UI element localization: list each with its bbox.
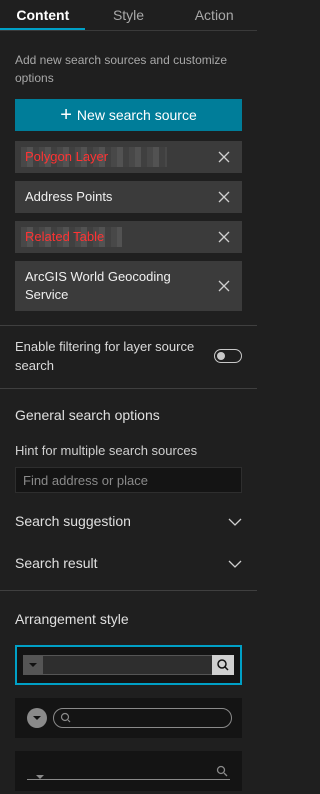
divider [0,590,257,591]
close-icon[interactable] [218,191,230,203]
dropdown-icon [27,708,47,728]
arrangement-preview-bar [23,655,234,675]
new-search-source-label: New search source [76,107,197,123]
search-suggestion-row[interactable]: Search suggestion [0,500,257,542]
general-search-options-title: General search options [15,407,160,423]
search-source-list: Polygon Layer Address Points Related Tab… [15,141,242,311]
arrangement-option-1[interactable] [15,645,242,685]
search-source-label: Related Table [25,229,105,244]
tab-content[interactable]: Content [0,0,86,30]
chevron-down-icon [228,555,242,571]
search-source-item[interactable]: Related Table [15,221,242,253]
close-icon[interactable] [218,231,230,243]
search-source-item[interactable]: Address Points [15,181,242,213]
search-icon [212,655,234,675]
search-icon [60,712,71,723]
toggle-knob [217,352,225,360]
search-source-item[interactable]: ArcGIS World Geocoding Service [15,261,242,311]
search-source-label: Polygon Layer [25,149,109,164]
search-result-row[interactable]: Search result [0,542,257,584]
divider [0,325,257,326]
arrangement-preview-bar [53,708,232,728]
section-description: Add new search sources and customize opt… [15,53,228,85]
search-source-label: ArcGIS World Geocoding Service [25,269,171,302]
active-tab-indicator [0,28,85,30]
chevron-down-icon [228,513,242,529]
close-icon[interactable] [218,151,230,163]
filter-toggle-row: Enable filtering for layer source search [0,333,257,379]
tab-style[interactable]: Style [86,0,172,30]
arrangement-option-2[interactable] [15,698,242,738]
arrangement-option-3[interactable] [15,751,242,791]
close-icon[interactable] [218,280,230,292]
hint-label: Hint for multiple search sources [15,443,198,458]
search-source-item[interactable]: Polygon Layer [15,141,242,173]
search-icon [216,764,228,782]
arrangement-style-title: Arrangement style [15,611,129,627]
divider [0,388,257,389]
search-suggestion-label: Search suggestion [15,513,131,529]
filter-toggle-label: Enable filtering for layer source search [15,339,195,373]
plus-icon: + [60,104,72,126]
dropdown-icon [23,655,43,675]
search-source-label: Address Points [25,189,113,204]
search-result-label: Search result [15,555,98,571]
filter-toggle-switch[interactable] [214,349,242,363]
dropdown-icon [35,767,45,785]
tab-bar: Content Style Action [0,0,257,31]
new-search-source-button[interactable]: + New search source [15,99,242,131]
arrangement-preview-bar [27,779,230,780]
hint-input[interactable]: Find address or place [15,467,242,493]
tab-action[interactable]: Action [171,0,257,30]
